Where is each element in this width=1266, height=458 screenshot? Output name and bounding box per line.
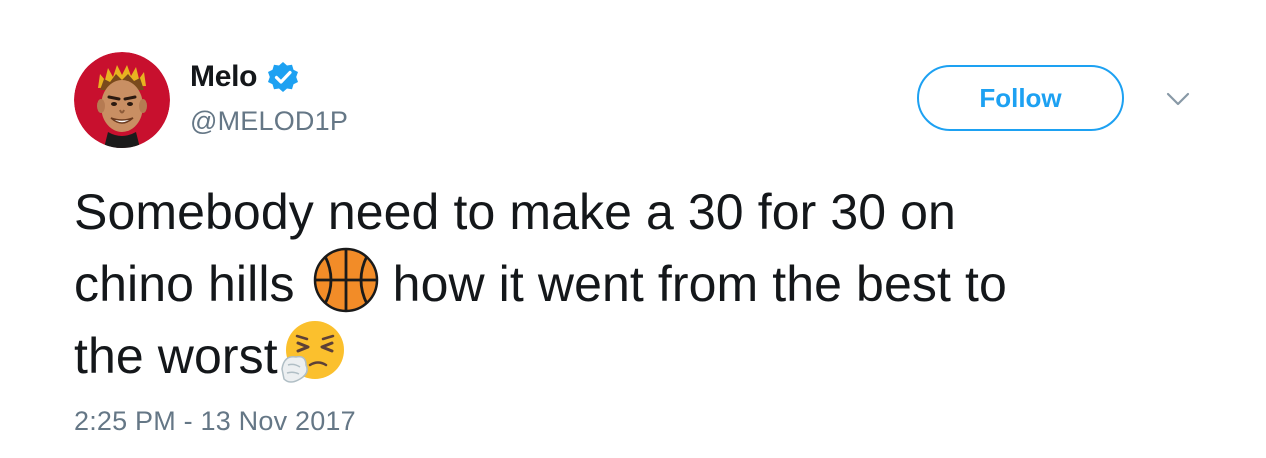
follow-button[interactable]: Follow bbox=[917, 65, 1124, 131]
user-handle[interactable]: @MELOD1P bbox=[190, 106, 348, 137]
tweet-card: Melo @MELOD1P Follow Somebody need to ma… bbox=[0, 0, 1266, 458]
tweet-text-segment: chino hills bbox=[74, 256, 295, 312]
tweet-timestamp[interactable]: 2:25 PM - 13 Nov 2017 bbox=[74, 406, 356, 437]
avatar[interactable] bbox=[74, 52, 170, 148]
tweet-text-segment: how it went from the best to bbox=[392, 256, 1007, 312]
display-name-row: Melo bbox=[190, 58, 299, 96]
display-name[interactable]: Melo bbox=[190, 60, 257, 94]
verified-badge-icon bbox=[267, 61, 299, 93]
basketball-icon bbox=[313, 247, 379, 313]
tweet-text-segment: the worst bbox=[74, 328, 278, 384]
tweet-text: Somebody need to make a 30 for 30 on chi… bbox=[74, 178, 1194, 391]
tweet-text-line: Somebody need to make a 30 for 30 on bbox=[74, 184, 956, 240]
sneezing-face-icon bbox=[280, 319, 346, 385]
chevron-down-icon[interactable] bbox=[1166, 90, 1190, 108]
